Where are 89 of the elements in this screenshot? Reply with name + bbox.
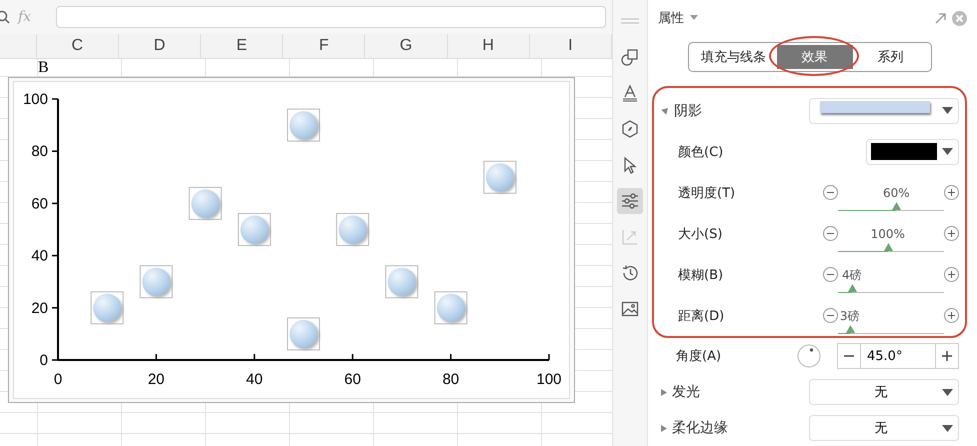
- minus-icon[interactable]: [823, 308, 838, 323]
- plus-icon[interactable]: [944, 308, 959, 323]
- grip-icon: [621, 18, 639, 24]
- slider-value: 4磅: [842, 268, 862, 282]
- tool-sliders-button[interactable]: [617, 188, 643, 214]
- column-header[interactable]: D: [118, 34, 202, 58]
- y-tick-label: 40: [31, 248, 48, 265]
- section-title: 阴影: [674, 102, 702, 120]
- caret-icon[interactable]: [690, 15, 698, 21]
- data-point: [434, 291, 468, 324]
- caret-icon: [942, 388, 953, 396]
- column-header[interactable]: C: [36, 34, 119, 58]
- field-label: 距离(D): [677, 308, 724, 324]
- slider-thumb[interactable]: [884, 242, 893, 250]
- minus-icon[interactable]: [823, 267, 838, 282]
- color-swatch: [871, 143, 937, 160]
- chart-frame[interactable]: 0 20 40 60 80 100 0 20 40 60 80 100: [8, 77, 575, 403]
- plus-icon[interactable]: [944, 185, 959, 200]
- slider-thumb[interactable]: [892, 202, 902, 210]
- formula-field[interactable]: [56, 6, 606, 28]
- column-header[interactable]: F: [283, 34, 366, 58]
- y-tick-label: 20: [31, 300, 48, 317]
- panel-title[interactable]: 属性: [658, 9, 684, 27]
- slider-thumb[interactable]: [846, 324, 855, 332]
- slider-track[interactable]: 4磅: [838, 268, 944, 292]
- cell-text: B: [38, 59, 49, 77]
- slider-value: 3磅: [840, 308, 860, 322]
- data-point: [188, 186, 222, 220]
- field-label: 角度(A): [675, 348, 722, 365]
- image-icon: [621, 300, 639, 318]
- field-label: 透明度(T): [677, 184, 736, 202]
- section-title: 发光: [672, 383, 700, 401]
- panel-tab[interactable]: 系列: [852, 45, 928, 69]
- column-header[interactable]: E: [201, 34, 284, 58]
- slider-track[interactable]: 100%: [838, 226, 944, 252]
- data-point: [90, 291, 124, 324]
- slider-track[interactable]: 60%: [838, 186, 944, 210]
- history-icon: [621, 264, 639, 282]
- panel-tab[interactable]: 效果: [776, 45, 852, 69]
- text-style-icon: [621, 84, 639, 102]
- expand-triangle-icon[interactable]: [660, 424, 667, 432]
- zoom-icon[interactable]: [0, 10, 10, 24]
- minus-icon[interactable]: [823, 185, 838, 200]
- function-label: fx: [18, 9, 32, 25]
- x-tick-label: 40: [246, 371, 263, 388]
- data-point: [385, 265, 418, 298]
- data-point: [140, 265, 173, 298]
- data-point: [287, 317, 320, 350]
- expand-triangle-icon[interactable]: [660, 388, 667, 396]
- minus-icon[interactable]: [823, 226, 838, 241]
- option-dropdown[interactable]: 无: [809, 379, 959, 405]
- data-point: [336, 213, 370, 246]
- slider-track[interactable]: 3磅: [838, 308, 944, 334]
- x-tick-label: 20: [148, 371, 165, 388]
- field-label: 大小(S): [677, 226, 722, 242]
- caret-icon: [942, 424, 953, 432]
- x-tick-label: 80: [442, 371, 460, 388]
- slider-value: 60%: [882, 186, 910, 200]
- plus-icon[interactable]: [944, 226, 959, 241]
- shapes-icon: [621, 48, 639, 66]
- shadow-preset-dropdown[interactable]: [809, 98, 959, 124]
- settings-icon: [621, 192, 639, 210]
- x-tick-label: 100: [536, 371, 562, 388]
- field-label: 模糊(B): [677, 266, 724, 284]
- panel-tab[interactable]: 填充与线条: [690, 45, 776, 69]
- slider-value: 100%: [870, 226, 905, 240]
- color-dropdown[interactable]: [866, 138, 959, 164]
- caret-icon: [942, 148, 953, 155]
- caret-icon: [942, 107, 953, 114]
- slider-thumb[interactable]: [848, 284, 857, 292]
- plus-icon[interactable]: [944, 267, 959, 282]
- transform-icon: [621, 228, 639, 246]
- expand-triangle-icon[interactable]: [660, 106, 670, 116]
- x-tick-label: 60: [344, 371, 361, 388]
- x-tick-label: 0: [54, 371, 62, 388]
- data-point: [483, 160, 516, 194]
- section-title: 柔化边缘: [672, 419, 728, 437]
- data-point: [238, 213, 271, 246]
- column-header[interactable]: H: [448, 34, 530, 58]
- column-header[interactable]: G: [365, 34, 448, 58]
- y-tick-label: 80: [31, 143, 48, 160]
- y-tick-label: 60: [31, 195, 48, 212]
- option-dropdown[interactable]: 无: [809, 415, 959, 441]
- field-label: 颜色(C): [677, 144, 724, 160]
- y-tick-label: 0: [40, 352, 48, 369]
- y-tick-label: 100: [22, 91, 48, 108]
- pin-arrow-icon[interactable]: [935, 12, 946, 24]
- data-point: [287, 108, 320, 142]
- hexagon-icon: [621, 120, 639, 138]
